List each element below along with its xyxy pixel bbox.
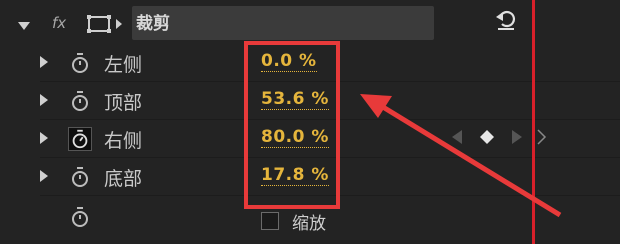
property-label: 右侧 [104,130,143,152]
property-label: 顶部 [104,92,143,114]
zoom-checkbox[interactable] [261,212,279,230]
stopwatch-icon[interactable] [68,205,92,229]
stopwatch-icon[interactable] [68,89,92,113]
effect-title: 裁剪 [136,14,170,34]
collapse-arrow-icon[interactable] [18,22,30,30]
stopwatch-icon[interactable] [68,165,92,189]
stopwatch-icon[interactable] [68,51,92,75]
property-label: 底部 [104,168,143,190]
keyframe-prev-icon[interactable] [448,128,466,146]
reset-icon[interactable] [494,8,518,32]
keyframe-marker-icon [537,129,547,145]
expand-arrow-icon[interactable] [40,56,48,68]
keyframe-add-icon[interactable] [478,128,496,146]
expand-arrow-icon[interactable] [40,132,48,144]
fx-icon[interactable]: fx [52,14,66,32]
crop-mask-icon[interactable] [86,13,126,35]
expand-arrow-icon[interactable] [40,170,48,182]
timeline-playhead[interactable] [532,0,535,244]
keyframe-next-icon[interactable] [508,128,526,146]
expand-arrow-icon[interactable] [40,94,48,106]
zoom-checkbox-label: 缩放 [292,214,326,234]
annotation-highlight-box [244,41,340,209]
property-label: 左侧 [104,54,143,76]
effect-title-bar[interactable]: 裁剪 [132,6,434,40]
stopwatch-active-icon[interactable] [68,127,92,151]
effect-controls-panel: fx 裁剪 左侧 0.0 % 顶部 53.6 % 右侧 80.0 % 底部 17… [0,0,620,244]
